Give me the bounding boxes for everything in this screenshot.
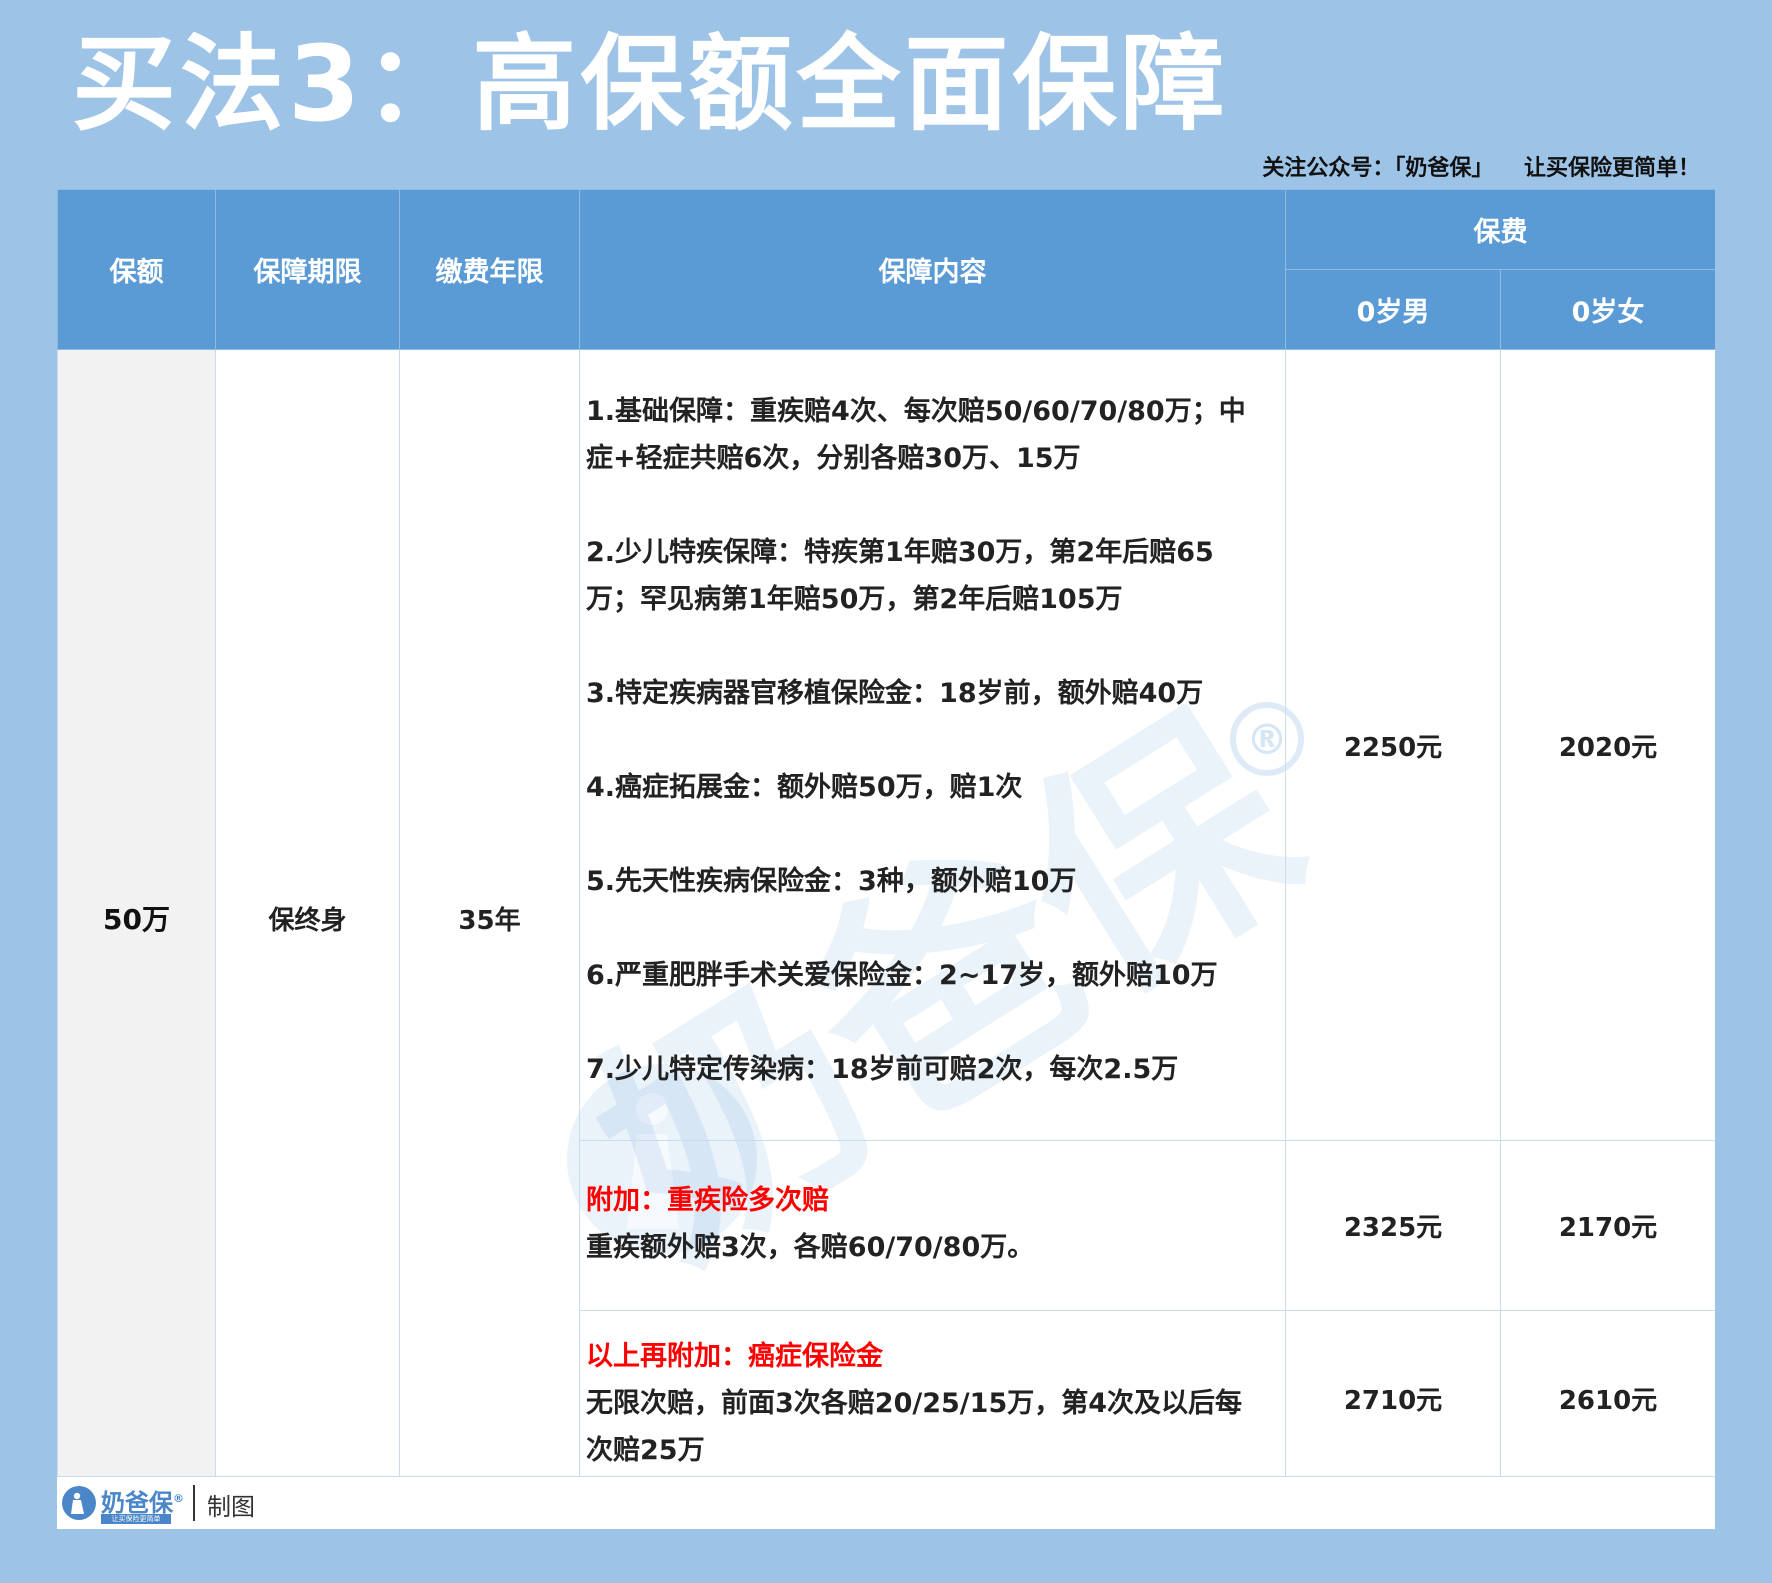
cell-addon1-male-premium: 2325元 (1285, 1140, 1501, 1311)
addon2-desc: 无限次赔，前面3次各赔20/25/15万，第4次及以后每次赔25万 (586, 1388, 1243, 1466)
brand-logo-icon (62, 1486, 96, 1520)
cell-base-male-premium: 2250元 (1285, 349, 1501, 1141)
footer-credit: 奶爸保® 让买保险更简单 制图 (57, 1476, 1715, 1529)
header-content: 保障内容 (579, 189, 1286, 350)
footer-divider (193, 1485, 195, 1521)
coverage-item: 4.癌症拓展金：额外赔50万，赔1次 (586, 772, 1023, 803)
follow-account-line: 关注公众号：「奶爸保」 让买保险更简单！ (1262, 156, 1700, 181)
coverage-item: 2.少儿特疾保障：特疾第1年赔30万，第2年后赔65万；罕见病第1年赔50万，第… (586, 537, 1214, 615)
header-payment: 缴费年限 (399, 189, 580, 350)
cell-amount: 50万 (57, 349, 216, 1487)
coverage-item: 6.严重肥胖手术关爱保险金：2~17岁，额外赔10万 (586, 960, 1218, 991)
brand-slogan: 让买保险更简单 (101, 1514, 171, 1524)
addon1-title: 附加：重疾险多次赔 (586, 1185, 829, 1216)
cell-base-content: 1.基础保障：重疾赔4次、每次赔50/60/70/80万；中症+轻症共赔6次，分… (579, 349, 1286, 1141)
header-amount: 保额 (57, 189, 216, 350)
header-period: 保障期限 (215, 189, 400, 350)
brand-name-text: 奶爸保 (101, 1489, 173, 1517)
cell-base-female-premium: 2020元 (1500, 349, 1715, 1141)
made-label: 制图 (207, 1493, 255, 1521)
plan-table-sheet: 奶爸保 ® 保额 保障期限 缴费年限 保障内容 保费 0岁男 0岁女 50万 保… (57, 189, 1715, 1529)
cell-payment: 35年 (399, 349, 580, 1487)
header-female: 0岁女 (1500, 269, 1715, 350)
cell-addon2-male-premium: 2710元 (1285, 1310, 1501, 1487)
cell-addon1-content: 附加：重疾险多次赔 重疾额外赔3次，各赔60/70/80万。 (579, 1140, 1286, 1311)
brand-name: 奶爸保® (101, 1483, 184, 1518)
header-male: 0岁男 (1285, 269, 1501, 350)
brand-registered-mark: ® (173, 1492, 184, 1505)
addon1-desc: 重疾额外赔3次，各赔60/70/80万。 (586, 1232, 1035, 1263)
addon2-title: 以上再附加：癌症保险金 (586, 1341, 883, 1372)
plan-table: 保额 保障期限 缴费年限 保障内容 保费 0岁男 0岁女 50万 保终身 35年… (57, 189, 1715, 1487)
page-title: 买法3：高保额全面保障 (72, 23, 1229, 145)
header-premium: 保费 (1285, 189, 1715, 270)
coverage-item: 3.特定疾病器官移植保险金：18岁前，额外赔40万 (586, 678, 1204, 709)
cell-addon1-female-premium: 2170元 (1500, 1140, 1715, 1311)
coverage-item: 7.少儿特定传染病：18岁前可赔2次，每次2.5万 (586, 1054, 1179, 1085)
cell-period: 保终身 (215, 349, 400, 1487)
cell-addon2-content: 以上再附加：癌症保险金 无限次赔，前面3次各赔20/25/15万，第4次及以后每… (579, 1310, 1286, 1487)
coverage-item: 5.先天性疾病保险金：3种，额外赔10万 (586, 866, 1077, 897)
coverage-item: 1.基础保障：重疾赔4次、每次赔50/60/70/80万；中症+轻症共赔6次，分… (586, 396, 1246, 474)
cell-addon2-female-premium: 2610元 (1500, 1310, 1715, 1487)
